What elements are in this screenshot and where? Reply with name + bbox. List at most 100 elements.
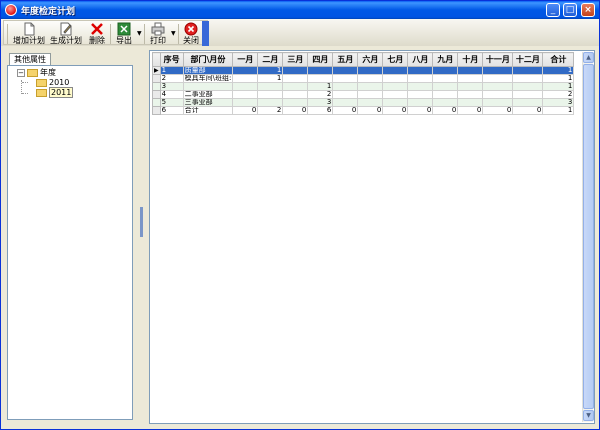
column-header[interactable]: 十二月 (512, 52, 544, 67)
table-cell[interactable]: 质量部 (182, 66, 234, 75)
delete-button[interactable]: 删除 (86, 21, 108, 46)
column-header[interactable]: 十一月 (482, 52, 514, 67)
table-cell[interactable]: 1 (257, 74, 284, 83)
table-cell[interactable]: 1 (542, 74, 575, 83)
table-row[interactable]: 6 合计 0 2 0 6 0 0 0 0 0 0 0 0 1 (152, 106, 575, 115)
table-cell[interactable] (282, 74, 309, 83)
table-row[interactable]: 2 模具车间\班组: 1 1 (152, 74, 575, 83)
table-cell[interactable]: 合计 (182, 106, 234, 115)
table-cell[interactable] (512, 66, 544, 75)
table-cell[interactable]: 2 (159, 74, 184, 83)
table-cell[interactable]: 1 (542, 106, 575, 115)
table-cell[interactable] (332, 82, 359, 91)
table-cell[interactable] (357, 82, 384, 91)
table-cell[interactable] (307, 66, 334, 75)
table-cell[interactable]: 2 (257, 106, 284, 115)
column-header[interactable]: 六月 (357, 52, 384, 67)
table-cell[interactable]: 三事业部 (182, 98, 234, 107)
table-cell[interactable] (432, 98, 459, 107)
table-cell[interactable]: 0 (332, 106, 359, 115)
table-cell[interactable]: 4 (159, 90, 184, 99)
table-cell[interactable] (512, 98, 544, 107)
table-cell[interactable]: 二事业部 (182, 90, 234, 99)
table-cell[interactable]: 1 (307, 82, 334, 91)
export-dropdown-arrow[interactable]: ▼ (137, 30, 142, 37)
column-header[interactable]: 九月 (432, 52, 459, 67)
table-cell[interactable]: 0 (232, 106, 259, 115)
export-button[interactable]: 导出 (113, 21, 135, 46)
print-button[interactable]: 打印 (147, 21, 169, 46)
table-cell[interactable]: 0 (457, 106, 484, 115)
table-cell[interactable] (407, 74, 434, 83)
vertical-scrollbar[interactable]: ▲ ▼ (582, 52, 594, 422)
table-cell[interactable]: 模具车间\班组: (182, 74, 234, 83)
table-cell[interactable] (382, 90, 409, 99)
close-button[interactable]: 关闭 (181, 21, 201, 46)
column-header[interactable]: 一月 (232, 52, 259, 67)
table-cell[interactable] (482, 74, 514, 83)
table-cell[interactable]: 6 (159, 106, 184, 115)
table-cell[interactable] (357, 90, 384, 99)
add-plan-button[interactable]: 增加计划 (12, 21, 46, 46)
table-cell[interactable] (182, 82, 234, 91)
row-indicator[interactable]: ▶ (152, 66, 161, 75)
table-cell[interactable] (332, 74, 359, 83)
column-header[interactable]: 三月 (282, 52, 309, 67)
table-cell[interactable] (457, 74, 484, 83)
toolbar-overflow-grip[interactable] (202, 21, 209, 46)
table-cell[interactable] (382, 66, 409, 75)
table-row[interactable]: 4 二事业部 2 2 (152, 90, 575, 99)
table-cell[interactable] (357, 98, 384, 107)
scroll-down-button[interactable]: ▼ (583, 410, 594, 421)
table-cell[interactable]: 0 (282, 106, 309, 115)
table-cell[interactable] (332, 90, 359, 99)
table-cell[interactable] (232, 98, 259, 107)
table-cell[interactable]: 1 (542, 82, 575, 91)
table-cell[interactable]: 3 (159, 82, 184, 91)
column-header[interactable]: 八月 (407, 52, 434, 67)
table-cell[interactable] (512, 90, 544, 99)
splitter-handle[interactable] (140, 207, 143, 237)
table-cell[interactable] (357, 74, 384, 83)
minimize-button[interactable]: _ (546, 3, 560, 17)
table-cell[interactable]: 0 (482, 106, 514, 115)
table-cell[interactable] (232, 74, 259, 83)
table-row[interactable]: 5 三事业部 3 3 (152, 98, 575, 107)
scrollbar-thumb[interactable] (583, 64, 594, 409)
table-cell[interactable] (232, 66, 259, 75)
table-cell[interactable] (432, 66, 459, 75)
table-cell[interactable] (432, 74, 459, 83)
panel-splitter[interactable] (138, 47, 146, 425)
row-indicator[interactable] (152, 98, 161, 107)
table-cell[interactable] (457, 90, 484, 99)
table-cell[interactable]: 1 (257, 66, 284, 75)
table-cell[interactable]: 0 (357, 106, 384, 115)
column-header[interactable]: 七月 (382, 52, 409, 67)
table-cell[interactable] (407, 98, 434, 107)
table-cell[interactable]: 1 (159, 66, 184, 75)
table-cell[interactable]: 1 (542, 66, 575, 75)
table-cell[interactable] (307, 74, 334, 83)
table-cell[interactable] (407, 66, 434, 75)
table-cell[interactable] (332, 66, 359, 75)
table-cell[interactable] (282, 98, 309, 107)
table-cell[interactable] (457, 66, 484, 75)
table-cell[interactable] (282, 82, 309, 91)
table-cell[interactable] (382, 74, 409, 83)
column-header[interactable]: 四月 (307, 52, 334, 67)
table-row[interactable]: ▶ 1 质量部 1 1 (152, 66, 575, 75)
column-header[interactable]: 二月 (257, 52, 284, 67)
table-row[interactable]: 3 1 1 (152, 82, 575, 91)
column-header[interactable]: 部门\月份 (182, 52, 234, 67)
row-indicator[interactable] (152, 106, 161, 115)
table-cell[interactable] (482, 66, 514, 75)
table-cell[interactable]: 0 (407, 106, 434, 115)
column-header[interactable]: 合计 (542, 52, 575, 67)
table-cell[interactable] (482, 98, 514, 107)
table-cell[interactable] (282, 66, 309, 75)
table-cell[interactable]: 0 (382, 106, 409, 115)
table-cell[interactable]: 3 (307, 98, 334, 107)
table-cell[interactable] (457, 82, 484, 91)
row-indicator[interactable] (152, 74, 161, 83)
table-cell[interactable] (257, 90, 284, 99)
